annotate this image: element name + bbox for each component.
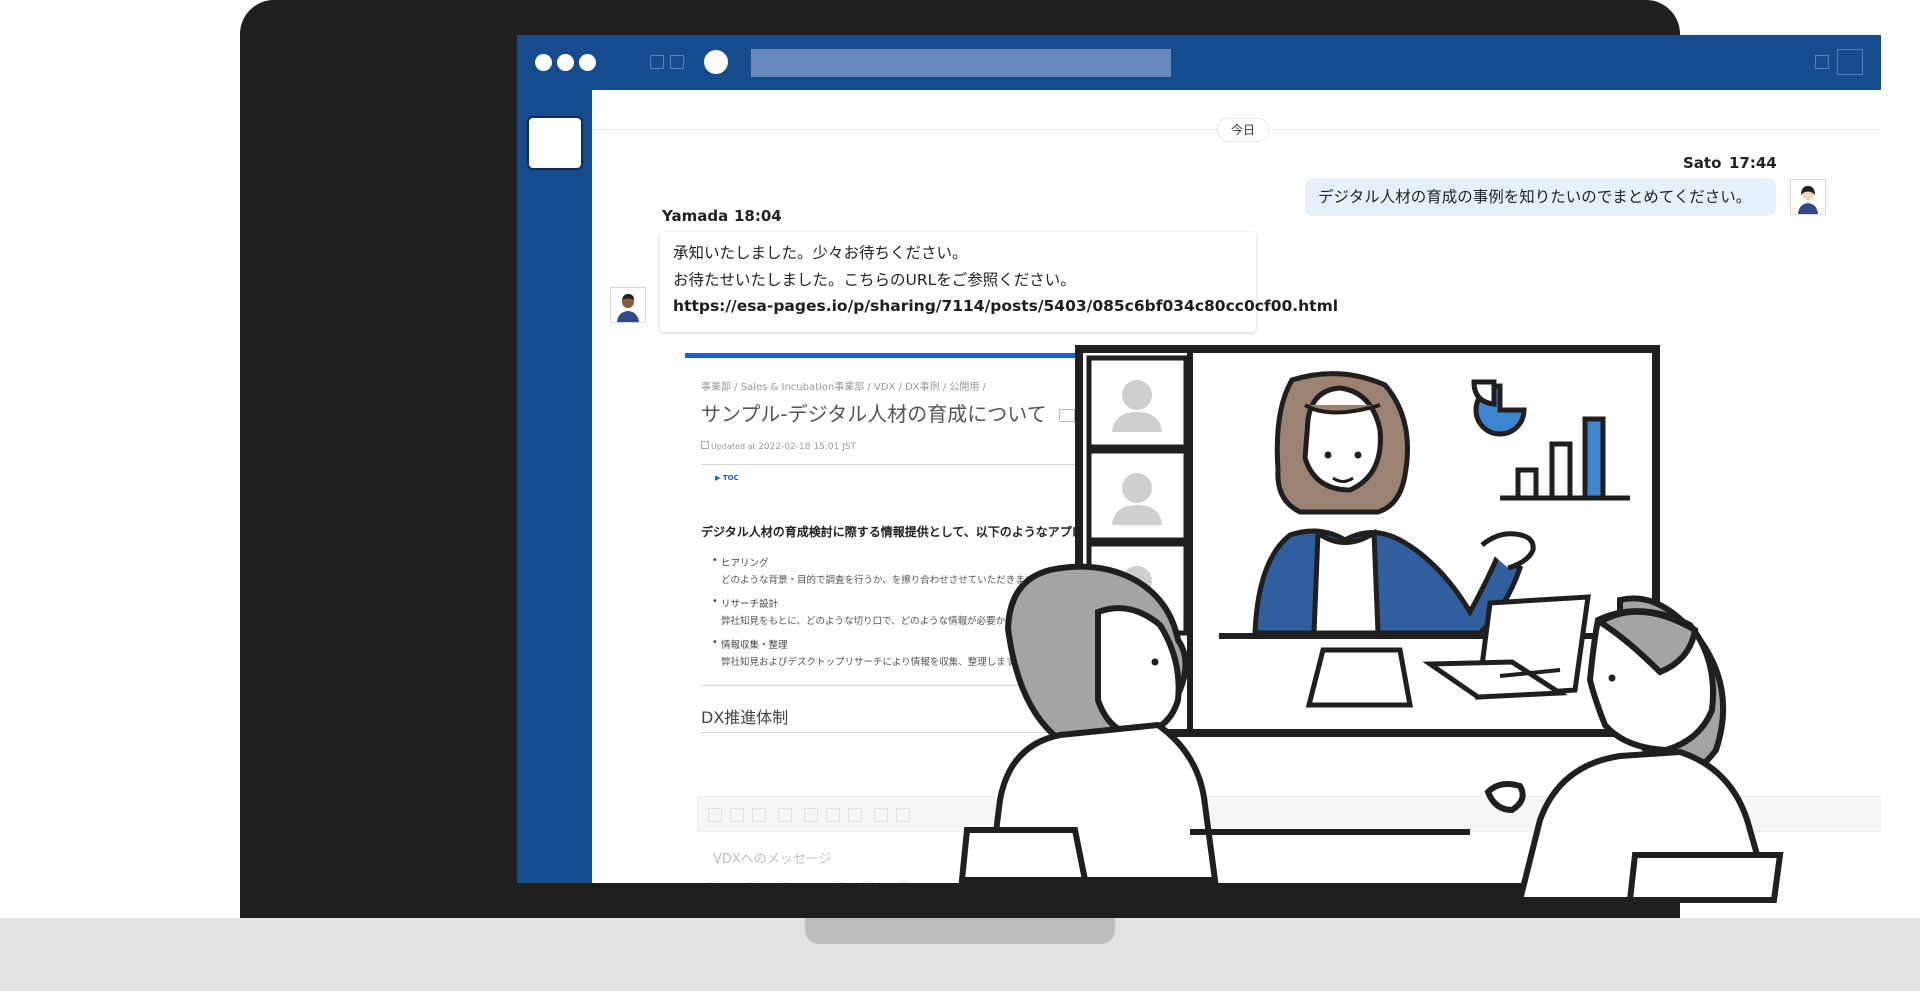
tablet-icon xyxy=(1305,647,1413,708)
video-meeting-illustration xyxy=(958,345,1784,903)
